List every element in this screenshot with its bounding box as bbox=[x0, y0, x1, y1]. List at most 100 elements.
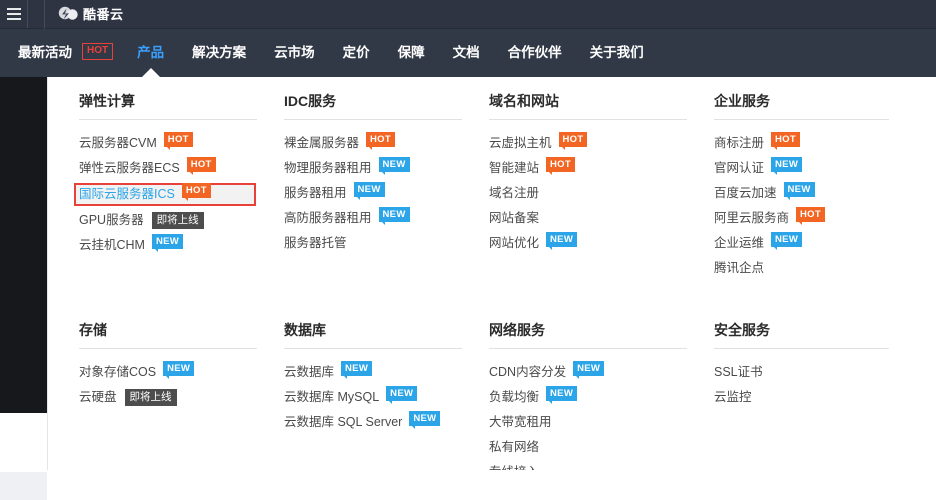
megamenu-column-divider bbox=[489, 348, 687, 349]
megamenu-item[interactable]: GPU服务器 即将上线 bbox=[79, 210, 274, 231]
megamenu-item-label: 网站优化 bbox=[489, 236, 540, 251]
page-bottom-filler bbox=[47, 470, 936, 500]
megamenu-item[interactable]: 服务器租用 NEW bbox=[284, 182, 479, 204]
brand-logo[interactable]: 酷番云 bbox=[57, 6, 124, 22]
megamenu-item-label: 智能建站 bbox=[489, 161, 540, 176]
megamenu-item[interactable]: 服务器托管 bbox=[284, 233, 479, 254]
new-badge: NEW bbox=[783, 182, 815, 200]
nav-item-products[interactable]: 产品 bbox=[123, 29, 178, 77]
megamenu-column: 安全服务 SSL证书云监控 bbox=[714, 323, 914, 487]
megamenu-item[interactable]: 云数据库 MySQL NEW bbox=[284, 386, 479, 408]
megamenu-item[interactable]: 裸金属服务器 HOT bbox=[284, 132, 479, 154]
megamenu-item[interactable]: 云挂机CHM NEW bbox=[79, 234, 274, 256]
megamenu-column-title: 域名和网站 bbox=[489, 93, 559, 109]
megamenu-item[interactable]: 云硬盘 即将上线 bbox=[79, 387, 274, 408]
megamenu-item-label: 域名注册 bbox=[489, 186, 540, 201]
megamenu-item[interactable]: 云服务器CVM HOT bbox=[79, 132, 274, 154]
megamenu-item[interactable]: 物理服务器租用 NEW bbox=[284, 157, 479, 179]
megamenu-item-selected[interactable]: 国际云服务器ICS HOT bbox=[74, 183, 256, 206]
brand-name: 酷番云 bbox=[83, 6, 124, 22]
megamenu-item[interactable]: 网站备案 bbox=[489, 208, 704, 229]
megamenu-item-label: 官网认证 bbox=[714, 161, 765, 176]
megamenu-item[interactable]: 官网认证 NEW bbox=[714, 157, 904, 179]
new-badge: NEW bbox=[771, 232, 803, 250]
megamenu-item[interactable]: SSL证书 bbox=[714, 362, 904, 383]
megamenu-item[interactable]: 阿里云服务商 HOT bbox=[714, 207, 904, 229]
megamenu-item[interactable]: 商标注册 HOT bbox=[714, 132, 904, 154]
megamenu-item[interactable]: 对象存储COS NEW bbox=[79, 361, 274, 383]
nav-item-guarantee[interactable]: 保障 bbox=[384, 29, 439, 77]
megamenu-item-label: 百度云加速 bbox=[714, 186, 777, 201]
megamenu-item-label: 云数据库 SQL Server bbox=[284, 415, 403, 430]
nav-item-about-us[interactable]: 关于我们 bbox=[576, 29, 658, 77]
left-sidebar-gap bbox=[0, 413, 47, 472]
megamenu-item-label: 私有网络 bbox=[489, 440, 540, 455]
megamenu-column: IDC服务 裸金属服务器 HOT 物理服务器租用 NEW 服务器租用 NEW 高防服务器租用 N… bbox=[284, 94, 489, 283]
nav-item-solutions[interactable]: 解决方案 bbox=[178, 29, 260, 77]
megamenu-column: 企业服务 商标注册 HOT 官网认证 NEW 百度云加速 NEW 阿里云服务商 HOT 企业运维 N… bbox=[714, 94, 914, 283]
megamenu-item[interactable]: CDN内容分发 NEW bbox=[489, 361, 704, 383]
megamenu-item[interactable]: 高防服务器租用 NEW bbox=[284, 207, 479, 229]
megamenu-item-label: 弹性云服务器ECS bbox=[79, 161, 180, 176]
megamenu-item-label: 腾讯企点 bbox=[714, 261, 765, 276]
megamenu-column-divider bbox=[714, 119, 889, 120]
megamenu-item-label: 网站备案 bbox=[489, 211, 540, 226]
megamenu-column-title: IDC服务 bbox=[284, 93, 337, 109]
nav-item-latest-activity[interactable]: 最新活动 bbox=[4, 29, 86, 77]
megamenu-column: 数据库 云数据库 NEW 云数据库 MySQL NEW 云数据库 SQL Server NE… bbox=[284, 323, 489, 487]
megamenu-column-divider bbox=[79, 348, 257, 349]
megamenu-item[interactable]: 网站优化 NEW bbox=[489, 232, 704, 254]
megamenu-item[interactable]: 云数据库 NEW bbox=[284, 361, 479, 383]
products-megamenu-panel: 弹性计算 云服务器CVM HOT 弹性云服务器ECS HOT 国际云服务器ICS HOT GP… bbox=[47, 77, 936, 500]
megamenu-item-label: 服务器租用 bbox=[284, 186, 347, 201]
megamenu-item-label: 商标注册 bbox=[714, 136, 765, 151]
megamenu-column: 弹性计算 云服务器CVM HOT 弹性云服务器ECS HOT 国际云服务器ICS HOT GP… bbox=[74, 94, 284, 283]
coming-soon-badge: 即将上线 bbox=[124, 388, 177, 407]
new-badge: NEW bbox=[378, 207, 410, 225]
nav-item-docs[interactable]: 文档 bbox=[439, 29, 494, 77]
left-sidebar-bottom-strip bbox=[0, 472, 47, 500]
megamenu-column: 域名和网站 云虚拟主机 HOT 智能建站 HOT 域名注册 网站备案 网站优化 NEW bbox=[489, 94, 714, 283]
nav-hot-badge-wrap: HOT bbox=[82, 29, 123, 77]
new-badge: NEW bbox=[378, 157, 410, 175]
megamenu-column-divider bbox=[714, 348, 889, 349]
hot-badge: HOT bbox=[181, 183, 211, 201]
megamenu-column-divider bbox=[79, 119, 257, 120]
hot-badge: HOT bbox=[558, 132, 588, 150]
megamenu-item-label: 裸金属服务器 bbox=[284, 136, 360, 151]
new-badge: NEW bbox=[163, 361, 195, 379]
hot-badge: HOT bbox=[771, 132, 800, 150]
megamenu-item-label: 云硬盘 bbox=[79, 390, 117, 405]
nav-item-pricing[interactable]: 定价 bbox=[329, 29, 384, 77]
nav-item-partners[interactable]: 合作伙伴 bbox=[494, 29, 576, 77]
megamenu-column-title: 企业服务 bbox=[714, 93, 770, 109]
megamenu-item[interactable]: 云虚拟主机 HOT bbox=[489, 132, 704, 154]
megamenu-item-label: CDN内容分发 bbox=[489, 365, 567, 380]
megamenu-item[interactable]: 云监控 bbox=[714, 387, 904, 408]
megamenu-item[interactable]: 腾讯企点 bbox=[714, 258, 904, 279]
megamenu-column-title: 安全服务 bbox=[714, 322, 770, 338]
megamenu-item[interactable]: 私有网络 bbox=[489, 437, 704, 458]
main-navigation: 最新活动 HOT 产品 解决方案 云市场 定价 保障 文档 合作伙伴 关于我们 bbox=[0, 29, 936, 77]
megamenu-item[interactable]: 百度云加速 NEW bbox=[714, 182, 904, 204]
megamenu-item-label: 高防服务器租用 bbox=[284, 211, 372, 226]
new-badge: NEW bbox=[151, 234, 184, 252]
hamburger-line bbox=[6, 18, 21, 20]
megamenu-item[interactable]: 大带宽租用 bbox=[489, 412, 704, 433]
megamenu-item-label: 云虚拟主机 bbox=[489, 136, 552, 151]
megamenu-item[interactable]: 云数据库 SQL Server NEW bbox=[284, 411, 479, 433]
megamenu-item-label: 阿里云服务商 bbox=[714, 211, 790, 226]
hamburger-line bbox=[6, 13, 21, 15]
megamenu-item[interactable]: 域名注册 bbox=[489, 183, 704, 204]
megamenu-item-label: 云数据库 MySQL bbox=[284, 390, 380, 405]
new-badge: NEW bbox=[546, 232, 578, 250]
megamenu-item-label: 云服务器CVM bbox=[79, 136, 157, 151]
megamenu-item-label: 国际云服务器ICS bbox=[79, 187, 175, 202]
megamenu-item[interactable]: 智能建站 HOT bbox=[489, 157, 704, 179]
hamburger-icon[interactable] bbox=[0, 0, 28, 28]
new-badge: NEW bbox=[771, 157, 803, 175]
megamenu-item[interactable]: 弹性云服务器ECS HOT bbox=[79, 157, 274, 179]
megamenu-item[interactable]: 企业运维 NEW bbox=[714, 232, 904, 254]
megamenu-item[interactable]: 负载均衡 NEW bbox=[489, 386, 704, 408]
nav-item-cloud-market[interactable]: 云市场 bbox=[260, 29, 329, 77]
